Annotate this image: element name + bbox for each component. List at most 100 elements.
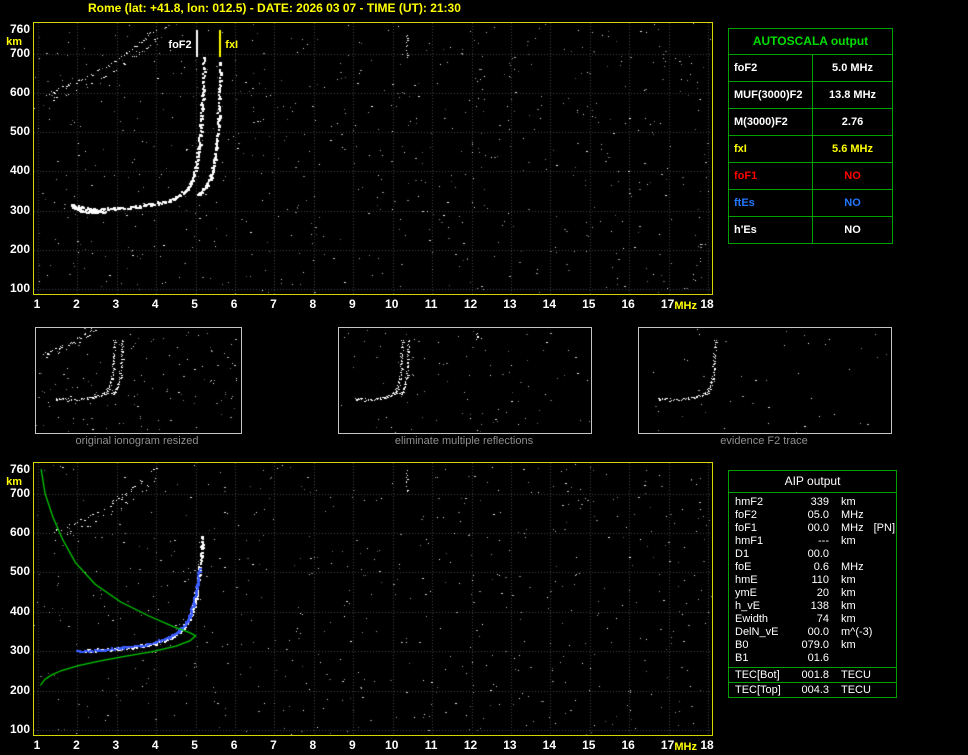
thumbnail-original-canvas bbox=[36, 328, 241, 433]
aip-row-name: hmF1 bbox=[735, 535, 764, 547]
autoscala-row-ftes: ftEs NO bbox=[729, 190, 892, 217]
y-tick-label: 760 bbox=[9, 462, 30, 476]
aip-row-value: 01.6 bbox=[807, 652, 829, 664]
aip-row-fof2: foF2 05.0 MHz bbox=[729, 509, 896, 522]
autoscala-row-m3000f2: M(3000)F2 2.76 bbox=[729, 109, 892, 136]
x-tick-label: 2 bbox=[73, 738, 80, 752]
aip-row-unit: m^(-3) bbox=[841, 626, 873, 638]
aip-row-unit: TECU bbox=[841, 684, 871, 696]
x-tick-label: 16 bbox=[621, 738, 635, 752]
aip-row-name: ymE bbox=[735, 587, 757, 599]
x-tick-label: 8 bbox=[309, 297, 317, 311]
y-tick-label: 500 bbox=[9, 124, 30, 139]
x-tick-label: 9 bbox=[348, 297, 356, 311]
aip-row-fof1: foF1 00.0 MHz [PN] bbox=[729, 522, 896, 535]
aip-row-unit: km bbox=[841, 535, 856, 547]
autoscala-row-value: NO bbox=[844, 170, 861, 182]
x-tick-label: 9 bbox=[348, 738, 356, 752]
x-tick-label: 15 bbox=[582, 297, 596, 311]
x-tick-label: 7 bbox=[270, 738, 277, 752]
aip-row-name: hmF2 bbox=[735, 496, 764, 508]
aip-row-value: 00.0 bbox=[807, 626, 829, 638]
autoscala-row-muf3000f2: MUF(3000)F2 13.8 MHz bbox=[729, 82, 892, 109]
aip-row-value: 00.0 bbox=[807, 548, 829, 560]
aip-row-value: 004.3 bbox=[801, 684, 829, 696]
x-tick-label: 18 bbox=[700, 297, 714, 311]
x-tick-label: 7 bbox=[270, 297, 277, 311]
x-tick-label: 6 bbox=[230, 297, 238, 311]
x-tick-label: 13 bbox=[503, 297, 517, 311]
y-tick-label: 400 bbox=[9, 163, 30, 178]
y-tick-label: 300 bbox=[9, 643, 30, 658]
autoscala-row-hes: h'Es NO bbox=[729, 217, 892, 243]
x-tick-label: 15 bbox=[582, 738, 596, 752]
x-tick-label: 4 bbox=[151, 297, 159, 311]
autoscala-row-label: foF2 bbox=[729, 55, 813, 81]
x-tick-label: 18 bbox=[700, 738, 714, 752]
marker-label-fof2: foF2 bbox=[168, 39, 192, 51]
autoscala-row-fof1: foF1 NO bbox=[729, 163, 892, 190]
aip-tec-rows: TEC[Bot] 001.8 TECU TEC[Top] 004.3 TECU bbox=[729, 667, 896, 697]
x-tick-label: 2 bbox=[73, 297, 80, 311]
autoscala-row-value: 2.76 bbox=[841, 116, 864, 128]
thumbnail-caption-original: original ionogram resized bbox=[75, 435, 199, 447]
ionogram-top-canvas bbox=[34, 23, 712, 294]
autoscala-table: AUTOSCALA output foF2 5.0 MHz MUF(3000)F2 1… bbox=[728, 28, 893, 244]
aip-row-hmf2: hmF2 339 km bbox=[729, 496, 896, 509]
autoscala-row-label: h'Es bbox=[729, 217, 813, 243]
aip-row-foe: foE 0.6 MHz bbox=[729, 561, 896, 574]
thumbnail-original-ionogram bbox=[35, 327, 242, 434]
aip-row-tectop: TEC[Top] 004.3 TECU bbox=[729, 682, 896, 697]
autoscala-row-value: 13.8 MHz bbox=[828, 89, 877, 101]
x-tick-label: 4 bbox=[151, 738, 159, 752]
aip-row-unit: MHz bbox=[841, 522, 864, 534]
aip-row-name: B0 bbox=[735, 639, 749, 651]
autoscala-row-value: NO bbox=[844, 197, 861, 209]
thumbnail-evidence-f2 bbox=[638, 327, 892, 434]
aip-row-delnve: DelN_vE 00.0 m^(-3) bbox=[729, 626, 896, 639]
aip-row-d1: D1 00.0 bbox=[729, 548, 896, 561]
aip-row-tecbot: TEC[Bot] 001.8 TECU bbox=[729, 667, 896, 682]
x-tick-label: 14 bbox=[542, 297, 557, 311]
autoscala-row-fof2: foF2 5.0 MHz bbox=[729, 55, 892, 82]
aip-row-name: TEC[Top] bbox=[735, 684, 781, 696]
thumbnail-caption-evidence: evidence F2 trace bbox=[720, 435, 808, 447]
aip-row-value: 138 bbox=[810, 600, 829, 612]
x-tick-label: 17 bbox=[660, 738, 675, 752]
autoscala-app: Rome (lat: +41.8, lon: 012.5) - DATE: 20… bbox=[0, 0, 968, 755]
autoscala-row-label: fxI bbox=[729, 136, 813, 162]
y-tick-label: 600 bbox=[9, 84, 30, 99]
x-tick-label: 8 bbox=[309, 738, 317, 752]
x-axis-unit-label: MHz bbox=[674, 741, 697, 753]
aip-row-hve: h_vE 138 km bbox=[729, 600, 896, 613]
aip-row-unit: km bbox=[841, 613, 856, 625]
y-tick-label: 100 bbox=[9, 722, 30, 736]
aip-row-unit: km bbox=[841, 496, 856, 508]
aip-row-b0: B0 079.0 km bbox=[729, 639, 896, 652]
autoscala-row-value: NO bbox=[844, 224, 861, 236]
y-tick-label: 200 bbox=[9, 241, 30, 256]
aip-row-value: 110 bbox=[811, 574, 829, 586]
aip-row-name: foE bbox=[735, 561, 752, 573]
aip-row-name: B1 bbox=[735, 652, 749, 664]
station-title: Rome (lat: +41.8, lon: 012.5) - DATE: 20… bbox=[88, 1, 461, 15]
aip-row-unit: km bbox=[841, 587, 856, 599]
aip-row-name: Ewidth bbox=[735, 613, 769, 625]
aip-row-hmf1: hmF1 --- km bbox=[729, 535, 896, 548]
y-axis-unit-label: km bbox=[6, 36, 22, 48]
thumbnail-evidence-canvas bbox=[639, 328, 891, 433]
x-tick-label: 11 bbox=[424, 297, 438, 311]
aip-row-value: 079.0 bbox=[801, 639, 829, 651]
x-tick-label: 1 bbox=[33, 297, 41, 311]
y-tick-label: 300 bbox=[9, 202, 30, 217]
aip-row-name: DelN_vE bbox=[735, 626, 779, 638]
x-tick-label: 12 bbox=[463, 297, 478, 311]
aip-row-ewidth: Ewidth 74 km bbox=[729, 613, 896, 626]
thumbnail-eliminate-reflections bbox=[338, 327, 592, 434]
aip-row-name: foF1 bbox=[735, 522, 758, 534]
aip-header: AIP output bbox=[729, 471, 896, 493]
x-tick-label: 5 bbox=[191, 297, 198, 311]
aip-row-value: --- bbox=[818, 535, 829, 547]
aip-row-unit: TECU bbox=[841, 669, 871, 681]
aip-row-value: 339 bbox=[810, 496, 829, 508]
